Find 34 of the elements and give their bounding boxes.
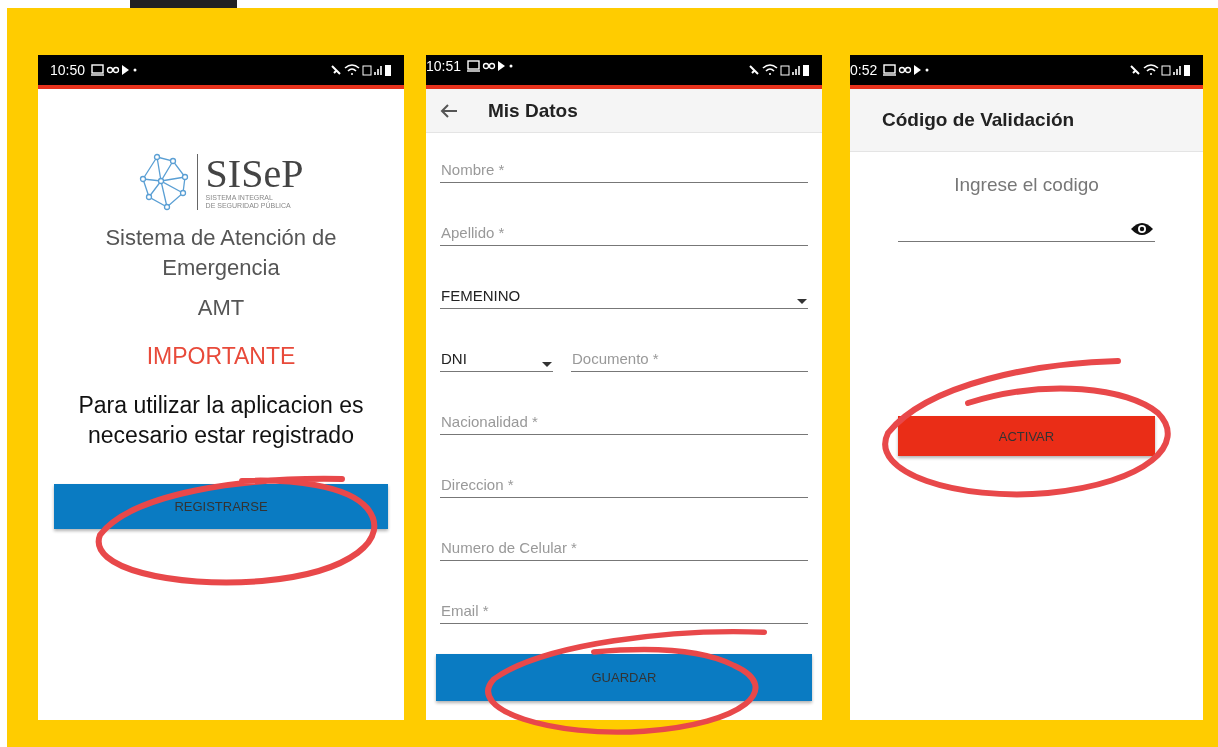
screen-title: Código de Validación	[882, 109, 1075, 131]
status-time: 0:52	[850, 61, 878, 78]
register-button[interactable]: REGISTRARSE	[54, 484, 388, 529]
notification-icons-drawing	[467, 60, 514, 72]
app-code: AMT	[197, 295, 245, 321]
text-field[interactable]: Documento *	[571, 336, 808, 372]
notification-icons-drawing	[883, 63, 930, 76]
caret-icon	[542, 362, 552, 367]
registration-message: Para utilizar la aplicacion es necesario estar registrado	[77, 391, 365, 450]
notification-icons-drawing	[91, 64, 138, 76]
text-field[interactable]: Nacionalidad *	[440, 399, 808, 435]
status-icons-drawing	[330, 63, 392, 77]
select-field[interactable]: FEMENINO	[440, 273, 808, 309]
notice-heading: IMPORTANTE	[146, 343, 296, 370]
status-icons-drawing	[748, 63, 810, 77]
select-field[interactable]: DNI	[440, 336, 553, 372]
screen-title: Mis Datos	[488, 99, 578, 122]
logo-wordmark: SISeP	[205, 153, 304, 194]
status-time: 10:50	[50, 62, 86, 78]
activate-button[interactable]: ACTIVAR	[898, 416, 1155, 456]
text-field[interactable]: Numero de Celular *	[440, 525, 808, 561]
status-time: 10:51	[426, 58, 462, 74]
text-field[interactable]: Direccion *	[440, 462, 808, 498]
text-field[interactable]: Nombre *	[440, 147, 808, 183]
save-button[interactable]: GUARDAR	[436, 654, 812, 701]
caret-icon	[797, 299, 807, 304]
app-title: Sistema de Atención de Emergencia	[104, 224, 338, 282]
code-prompt: Ingrese el codigo	[954, 174, 1099, 196]
back-arrow-icon[interactable]	[440, 103, 458, 118]
status-icons-drawing	[1129, 63, 1191, 77]
text-field[interactable]: Apellido *	[440, 210, 808, 246]
text-field[interactable]: Email *	[440, 588, 808, 624]
eye-icon[interactable]	[1130, 221, 1154, 237]
network-logo-icon	[138, 153, 191, 211]
